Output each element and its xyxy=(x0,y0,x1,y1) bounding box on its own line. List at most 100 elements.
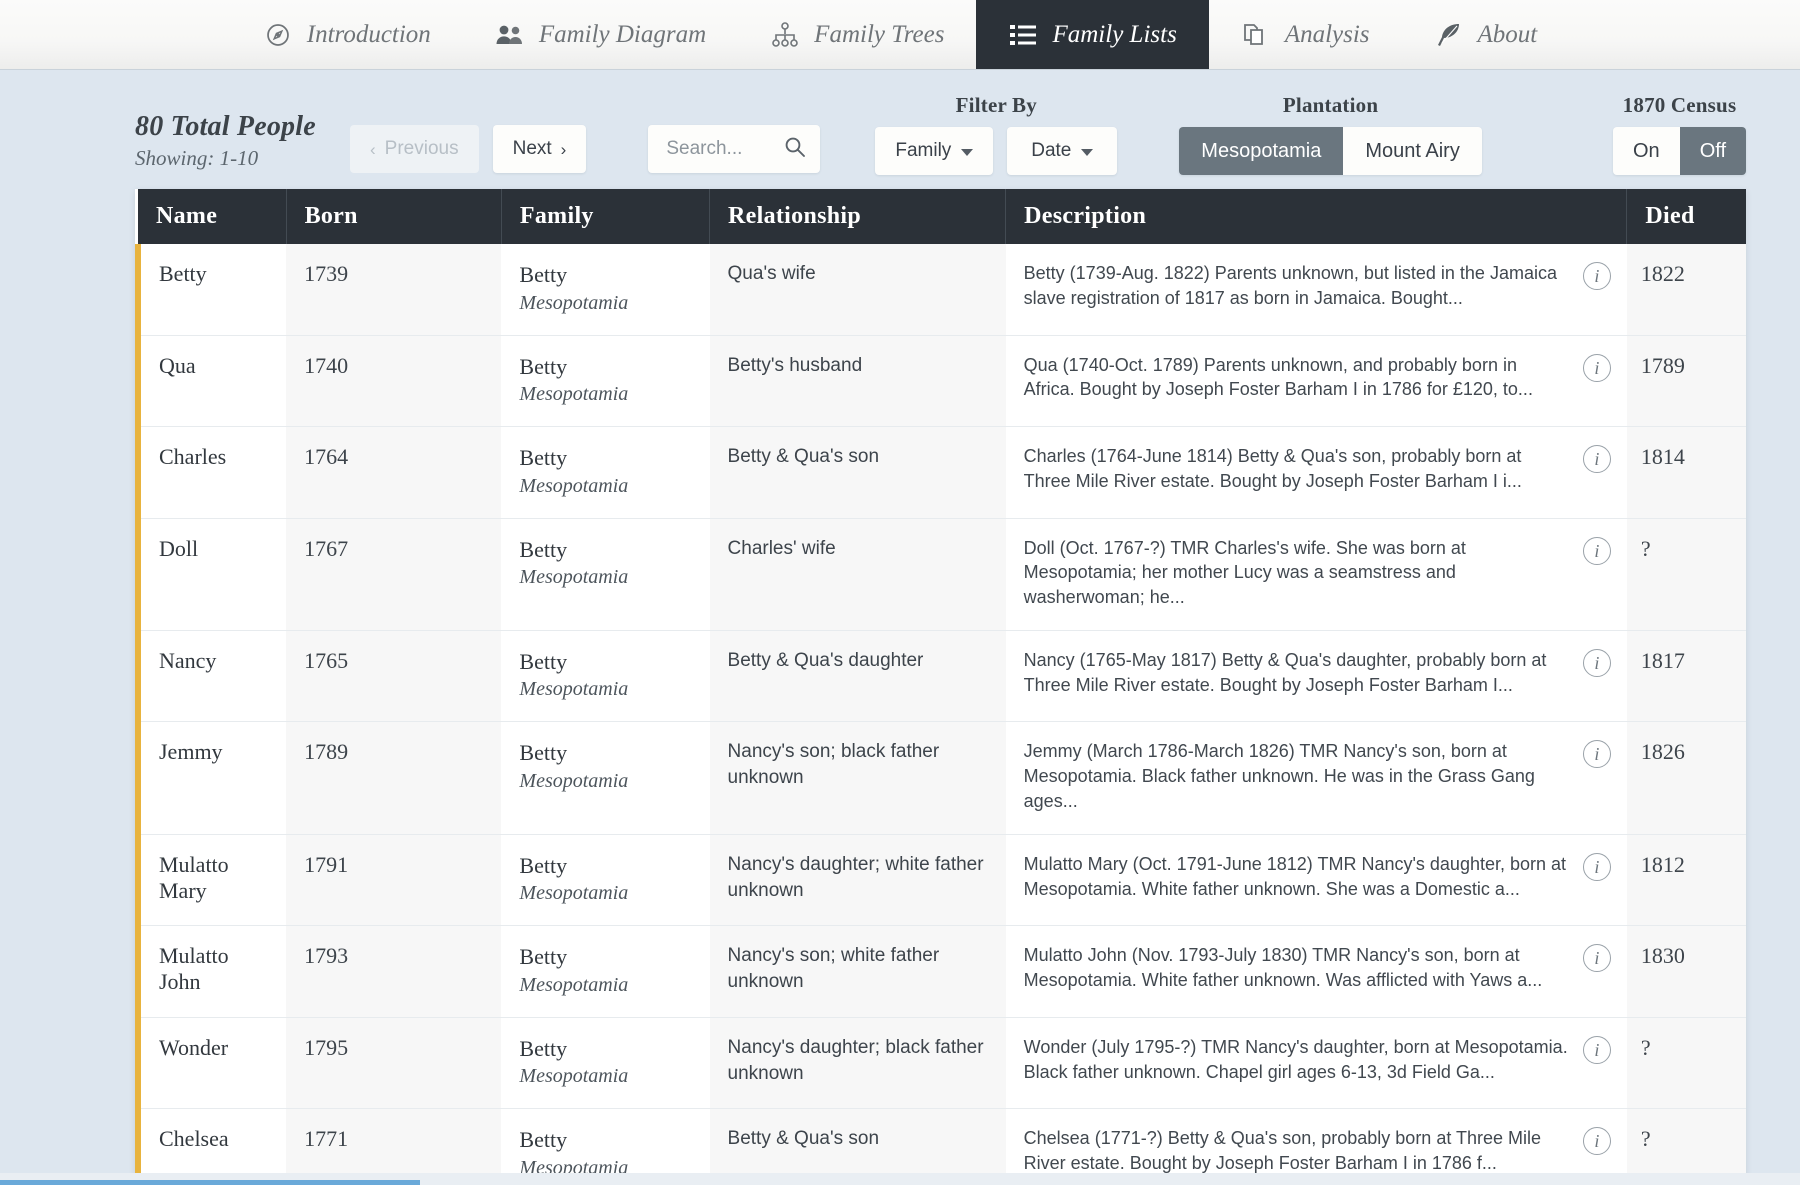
nav-tab-family-lists[interactable]: Family Lists xyxy=(976,0,1209,69)
feather-icon xyxy=(1434,20,1464,50)
census-option-off[interactable]: Off xyxy=(1679,127,1746,175)
table-row[interactable]: Jemmy 1789 Betty Mesopotamia Nancy's son; bl… xyxy=(134,721,1746,835)
cell-relationship: Betty & Qua's son xyxy=(709,426,1006,519)
filter-family-select[interactable]: Family xyxy=(875,127,994,175)
nav-tab-about[interactable]: About xyxy=(1402,0,1570,69)
info-icon[interactable]: i xyxy=(1582,445,1611,473)
cell-description: Mulatto Mary (Oct. 1791-June 1812) TMR N… xyxy=(1005,834,1627,927)
cell-died: ? xyxy=(1626,1017,1746,1110)
cell-name: Nancy xyxy=(134,630,287,723)
nav-tab-introduction[interactable]: Introduction xyxy=(231,0,463,69)
cell-died: 1830 xyxy=(1626,925,1746,1018)
table-row[interactable]: Charles 1764 Betty Mesopotamia Betty & Qua's… xyxy=(134,426,1746,519)
cell-relationship: Charles' wife xyxy=(709,518,1006,631)
search-area xyxy=(648,125,821,175)
cell-family-name: Betty xyxy=(519,1127,568,1153)
cell-family: Betty Mesopotamia xyxy=(501,426,710,519)
cell-description: Charles (1764-June 1814) Betty & Qua's s… xyxy=(1005,426,1627,519)
nav-tab-family-diagram[interactable]: Family Diagram xyxy=(463,0,738,69)
cell-family: Betty Mesopotamia xyxy=(501,721,710,835)
cell-description-text: Charles (1764-June 1814) Betty & Qua's s… xyxy=(1023,446,1522,491)
cell-description-text: Betty (1739-Aug. 1822) Parents unknown, … xyxy=(1023,263,1557,308)
cell-family-plantation: Mesopotamia xyxy=(519,678,629,701)
cell-family-plantation: Mesopotamia xyxy=(519,383,629,405)
table-row[interactable]: Betty 1739 Betty Mesopotamia Qua's wife Betty… xyxy=(134,244,1746,336)
info-icon[interactable]: i xyxy=(1582,536,1611,565)
cell-description: Betty (1739-Aug. 1822) Parents unknown, … xyxy=(1005,244,1627,336)
sitemap-icon xyxy=(770,20,800,50)
plantation-toggle: Mesopotamia Mount Airy xyxy=(1179,127,1482,175)
table-row[interactable]: Nancy 1765 Betty Mesopotamia Betty & Qua's d… xyxy=(134,630,1746,723)
table-row[interactable]: Mulatto Mary 1791 Betty Mesopotamia Nancy's … xyxy=(134,834,1746,927)
cell-born: 1740 xyxy=(286,335,502,427)
filter-date-select[interactable]: Date xyxy=(1007,127,1118,175)
info-icon[interactable]: i xyxy=(1582,648,1611,677)
cell-description-text: Nancy (1765-May 1817) Betty & Qua's daug… xyxy=(1023,649,1547,695)
cell-family-name: Betty xyxy=(519,852,568,878)
plantation-option-mount-airy[interactable]: Mount Airy xyxy=(1343,127,1482,175)
cell-family: Betty Mesopotamia xyxy=(501,244,710,336)
horizontal-scrollbar[interactable] xyxy=(0,1173,1800,1185)
column-header-family[interactable]: Family xyxy=(501,189,711,244)
total-people-label: 80 Total People xyxy=(135,110,316,142)
nav-tab-label: Introduction xyxy=(306,20,431,48)
column-header-died[interactable]: Died xyxy=(1626,189,1746,244)
table-row[interactable]: Doll 1767 Betty Mesopotamia Charles' wife Dol… xyxy=(134,518,1746,631)
census-toggle: On Off xyxy=(1613,127,1746,175)
table-row[interactable]: Mulatto John 1793 Betty Mesopotamia Nancy's … xyxy=(134,925,1746,1018)
cell-family-plantation: Mesopotamia xyxy=(519,769,629,792)
cell-name: Wonder xyxy=(134,1017,287,1110)
search-box[interactable] xyxy=(648,125,821,173)
table-body: Betty 1739 Betty Mesopotamia Qua's wife Betty… xyxy=(134,244,1746,1185)
cell-description-text: Mulatto John (Nov. 1793-July 1830) TMR N… xyxy=(1023,945,1543,991)
cell-died: 1826 xyxy=(1626,721,1746,835)
cell-family-name: Betty xyxy=(519,262,568,287)
table-row[interactable]: Qua 1740 Betty Mesopotamia Betty's husband Qu… xyxy=(134,335,1746,427)
next-button[interactable]: Next › xyxy=(492,125,587,173)
cell-description-text: Wonder (July 1795-?) TMR Nancy's daughte… xyxy=(1023,1036,1568,1082)
cell-description: Qua (1740-Oct. 1789) Parents unknown, an… xyxy=(1005,335,1627,427)
cell-born: 1789 xyxy=(286,721,502,835)
nav-tab-label: About xyxy=(1477,20,1538,48)
column-header-born[interactable]: Born xyxy=(286,189,502,244)
cell-relationship: Nancy's son; black father unknown xyxy=(709,721,1006,835)
cell-died: 1814 xyxy=(1626,426,1746,519)
scrollbar-thumb[interactable] xyxy=(0,1180,420,1185)
info-icon[interactable]: i xyxy=(1582,740,1611,769)
cell-born: 1795 xyxy=(286,1017,502,1110)
cell-born: 1765 xyxy=(286,630,502,723)
plantation-option-mesopotamia[interactable]: Mesopotamia xyxy=(1179,127,1344,175)
nav-tab-label: Family Lists xyxy=(1052,20,1177,48)
column-header-description[interactable]: Description xyxy=(1005,189,1628,244)
plantation-label: Plantation xyxy=(1282,93,1379,117)
info-icon[interactable]: i xyxy=(1582,1127,1611,1156)
column-header-relationship[interactable]: Relationship xyxy=(709,189,1007,244)
info-icon[interactable]: i xyxy=(1582,1035,1611,1064)
cell-family: Betty Mesopotamia xyxy=(501,630,710,723)
search-input[interactable] xyxy=(666,138,785,160)
info-icon[interactable]: i xyxy=(1582,262,1611,290)
nav-tab-label: Analysis xyxy=(1284,20,1370,48)
cell-name: Mulatto Mary xyxy=(134,834,287,927)
cell-name: Mulatto John xyxy=(134,925,287,1018)
previous-button[interactable]: ‹ Previous xyxy=(350,125,479,173)
info-icon[interactable]: i xyxy=(1582,852,1611,881)
nav-tab-label: Family Trees xyxy=(814,20,945,48)
census-option-on[interactable]: On xyxy=(1613,127,1680,175)
nav-tab-family-trees[interactable]: Family Trees xyxy=(738,0,976,69)
cell-born: 1791 xyxy=(286,834,502,927)
list-toolbar: 80 Total People Showing: 1-10 ‹ Previous… xyxy=(0,70,1800,175)
cell-born: 1793 xyxy=(286,925,502,1018)
column-header-name[interactable]: Name xyxy=(138,189,287,244)
nav-tab-analysis[interactable]: Analysis xyxy=(1209,0,1402,69)
cell-born: 1767 xyxy=(286,518,502,631)
info-icon[interactable]: i xyxy=(1582,944,1611,973)
census-label: 1870 Census xyxy=(1622,93,1737,117)
cell-died: 1822 xyxy=(1626,244,1746,336)
search-icon[interactable] xyxy=(784,136,806,163)
info-icon[interactable]: i xyxy=(1582,353,1611,382)
cell-relationship: Nancy's son; white father unknown xyxy=(709,925,1006,1018)
plantation-group: Plantation Mesopotamia Mount Airy xyxy=(1179,93,1482,175)
cell-relationship: Nancy's daughter; white father unknown xyxy=(709,834,1006,927)
table-row[interactable]: Wonder 1795 Betty Mesopotamia Nancy's daught… xyxy=(134,1017,1746,1110)
